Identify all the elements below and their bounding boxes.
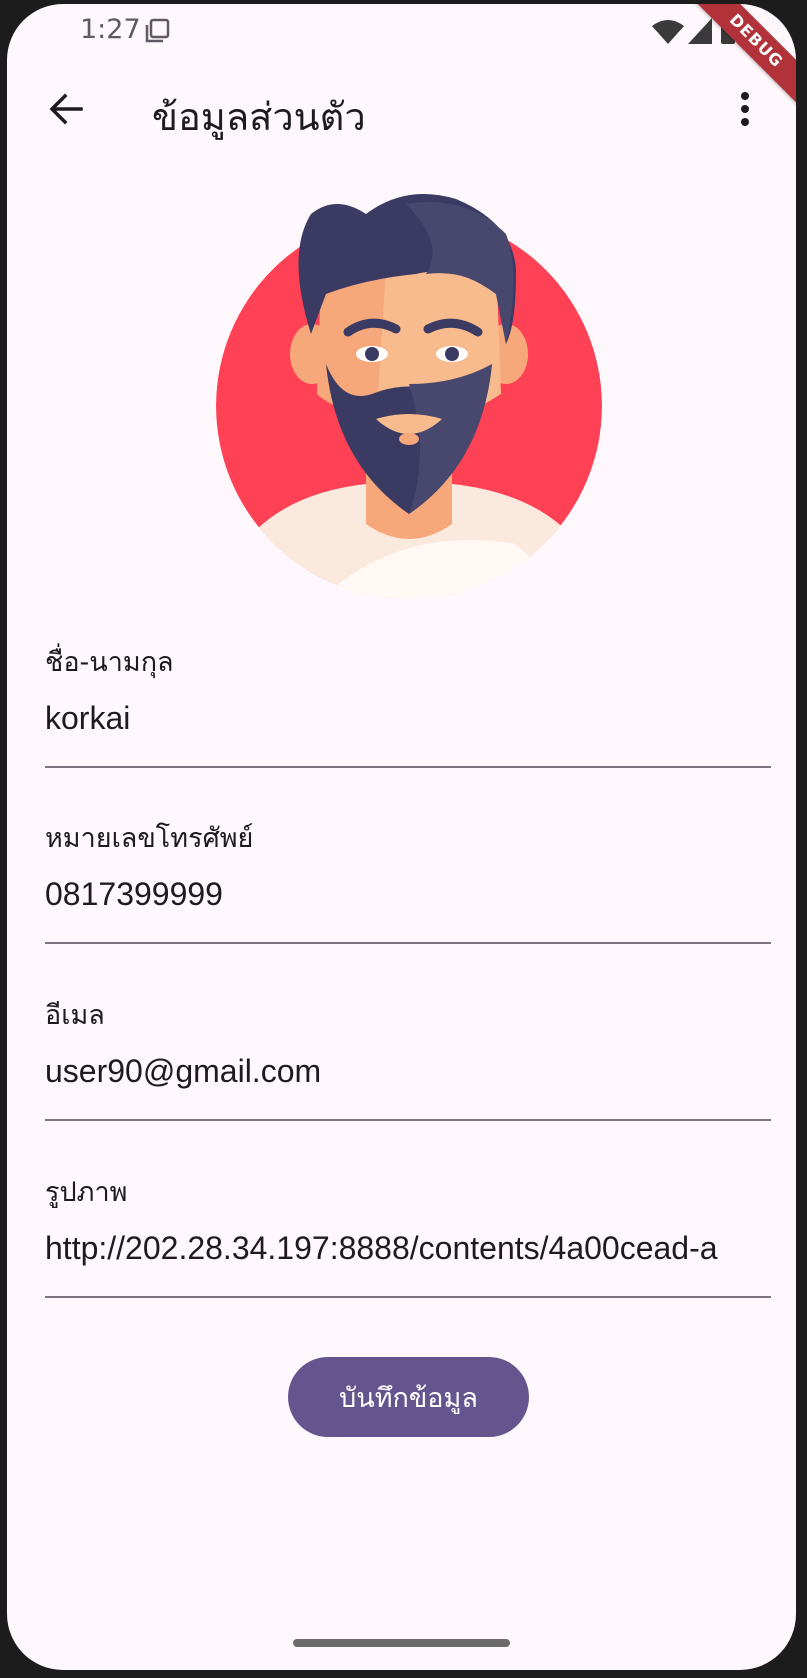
fullname-label: ชื่อ-นามกุล [45,647,174,678]
wifi-icon [652,20,684,48]
status-bar: 1:27 [7,4,796,56]
app-screen: 1:27 DEBUG ข้อมูลส่วนตัว ชื่อ-นามกุล kor… [7,4,796,1670]
phone-label: หมายเลขโทรศัพย์ [45,823,254,854]
image-url-underline [45,1296,771,1298]
image-url-label: รูปภาพ [45,1177,128,1208]
page-title: ข้อมูลส่วนตัว [152,95,366,139]
arrow-back-icon [48,91,84,131]
image-url-input[interactable]: http://202.28.34.197:8888/contents/4a00c… [45,1230,771,1267]
save-button[interactable]: บันทึกข้อมูล [288,1357,529,1437]
signal-icon [688,18,712,48]
app-bar: ข้อมูลส่วนตัว [7,64,796,160]
phone-underline [45,942,771,944]
more-options-button[interactable] [723,78,767,144]
back-button[interactable] [33,78,99,144]
fullname-input[interactable]: korkai [45,700,771,737]
phone-input[interactable]: 0817399999 [45,876,771,913]
email-input[interactable]: user90@gmail.com [45,1053,771,1090]
email-underline [45,1119,771,1121]
screenshot-icon [145,18,171,48]
fullname-underline [45,766,771,768]
more-vert-icon [740,91,750,131]
status-time: 1:27 [80,14,141,45]
email-label: อีเมล [45,1000,105,1031]
device-frame: 1:27 DEBUG ข้อมูลส่วนตัว ชื่อ-นามกุล kor… [0,0,807,1678]
home-indicator[interactable] [293,1639,510,1647]
bearded-man-avatar-icon [216,194,602,599]
avatar[interactable] [216,194,602,604]
